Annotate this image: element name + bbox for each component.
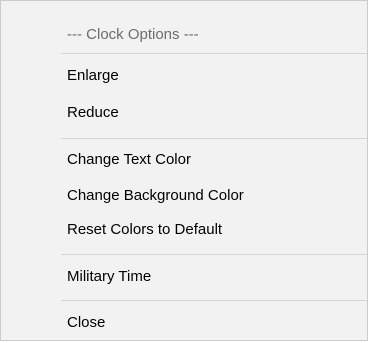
menu-separator (61, 53, 367, 54)
menu-item-reduce[interactable]: Reduce (67, 101, 119, 125)
menu-separator (61, 300, 367, 301)
menu-separator (61, 254, 367, 255)
menu-header-clock-options: --- Clock Options --- (67, 26, 199, 43)
menu-item-change-text-color[interactable]: Change Text Color (67, 148, 191, 172)
menu-item-military-time[interactable]: Military Time (67, 265, 151, 289)
menu-item-reset-colors[interactable]: Reset Colors to Default (67, 218, 222, 242)
context-menu: --- Clock Options --- Enlarge Reduce Cha… (0, 0, 368, 341)
menu-item-close[interactable]: Close (67, 311, 105, 335)
menu-separator (61, 138, 367, 139)
menu-item-enlarge[interactable]: Enlarge (67, 64, 119, 88)
menu-item-change-background-color[interactable]: Change Background Color (67, 184, 244, 208)
